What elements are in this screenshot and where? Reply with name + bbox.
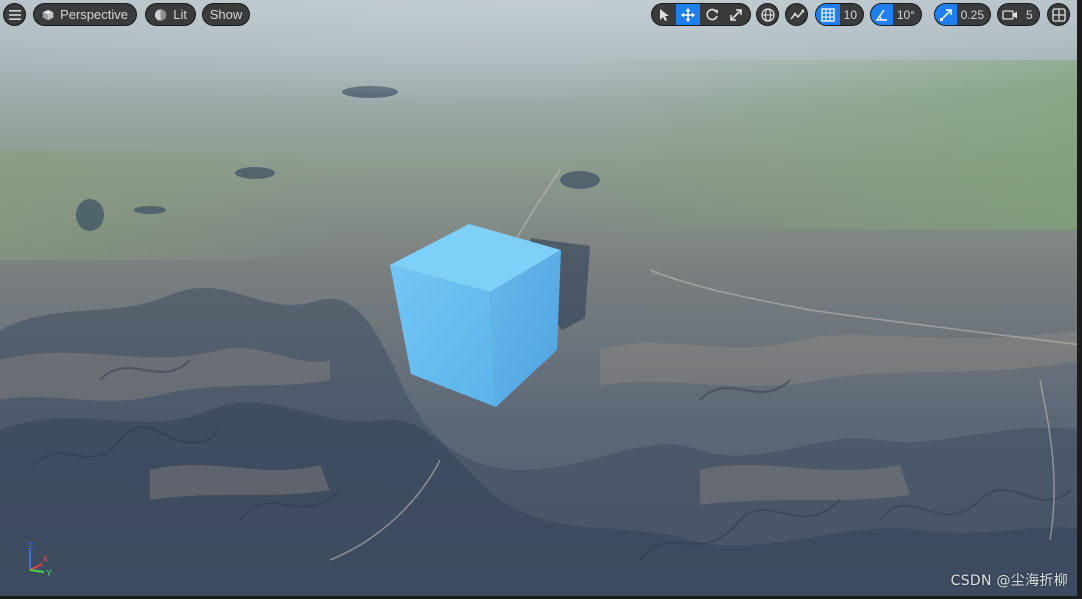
show-label: Show [209, 7, 243, 22]
layout-grid-icon [1051, 7, 1066, 22]
watermark-text: CSDN @尘海折柳 [950, 573, 1068, 589]
viewport-layout-button[interactable] [1047, 3, 1070, 26]
lighting-mode-button[interactable]: Lit [145, 3, 196, 26]
grid-snap-group[interactable]: 10 [815, 3, 864, 26]
select-tool-button[interactable] [652, 4, 676, 25]
rotation-snap-value[interactable]: 10° [893, 8, 921, 22]
y-axis-label: Y [46, 568, 52, 578]
rotation-snap-group[interactable]: 10° [870, 3, 922, 26]
viewport-menu-button[interactable] [3, 3, 26, 26]
rotation-snap-toggle[interactable] [871, 4, 893, 25]
view-mode-button[interactable]: Perspective [33, 3, 137, 26]
scale-snap-toggle[interactable] [935, 4, 957, 25]
camera-speed-group[interactable]: 5 [997, 3, 1040, 26]
x-axis-label: X [42, 554, 48, 564]
viewport-border-right [1077, 0, 1082, 599]
camera-speed-value[interactable]: 5 [1022, 8, 1039, 22]
scale-icon [730, 8, 742, 21]
coordinate-space-button[interactable] [756, 3, 779, 26]
cursor-arrow-icon [660, 8, 669, 21]
x-axis-line [29, 563, 43, 571]
axis-gizmo: Z X Y [28, 541, 52, 578]
scale-snap-value[interactable]: 0.25 [957, 8, 990, 22]
grid-snap-value[interactable]: 10 [840, 8, 863, 22]
terrain-scene[interactable] [0, 0, 1082, 599]
scale-snap-icon [939, 8, 952, 21]
hamburger-menu-icon [8, 9, 21, 20]
lit-sphere-icon [154, 8, 167, 21]
angle-icon [875, 9, 887, 21]
y-axis-line [29, 569, 45, 573]
video-camera-icon [1002, 9, 1017, 20]
view-mode-label: Perspective [60, 7, 128, 22]
scale-tool-button[interactable] [724, 4, 748, 25]
level-viewport[interactable]: Perspective Lit Show 10 10° 0.25 5 Z X Y… [0, 0, 1082, 599]
cube-view-icon [42, 9, 54, 20]
surface-snapping-button[interactable] [785, 3, 808, 26]
rotate-icon [706, 8, 718, 20]
grid-icon [821, 7, 835, 22]
surface-snap-icon [789, 9, 804, 19]
lighting-mode-label: Lit [173, 7, 187, 22]
grid-snap-toggle[interactable] [816, 4, 840, 25]
scale-snap-group[interactable]: 0.25 [934, 3, 991, 26]
camera-speed-toggle[interactable] [998, 4, 1022, 25]
viewport-toolbar: Perspective Lit Show 10 10° 0.25 5 [0, 0, 1082, 30]
globe-icon [760, 7, 775, 22]
rotate-tool-button[interactable] [700, 4, 724, 25]
z-axis-label: Z [28, 541, 34, 551]
show-flags-button[interactable]: Show [202, 3, 250, 26]
move-arrows-icon [681, 7, 695, 22]
translate-tool-button[interactable] [676, 4, 700, 25]
transform-tools-group [651, 3, 751, 26]
